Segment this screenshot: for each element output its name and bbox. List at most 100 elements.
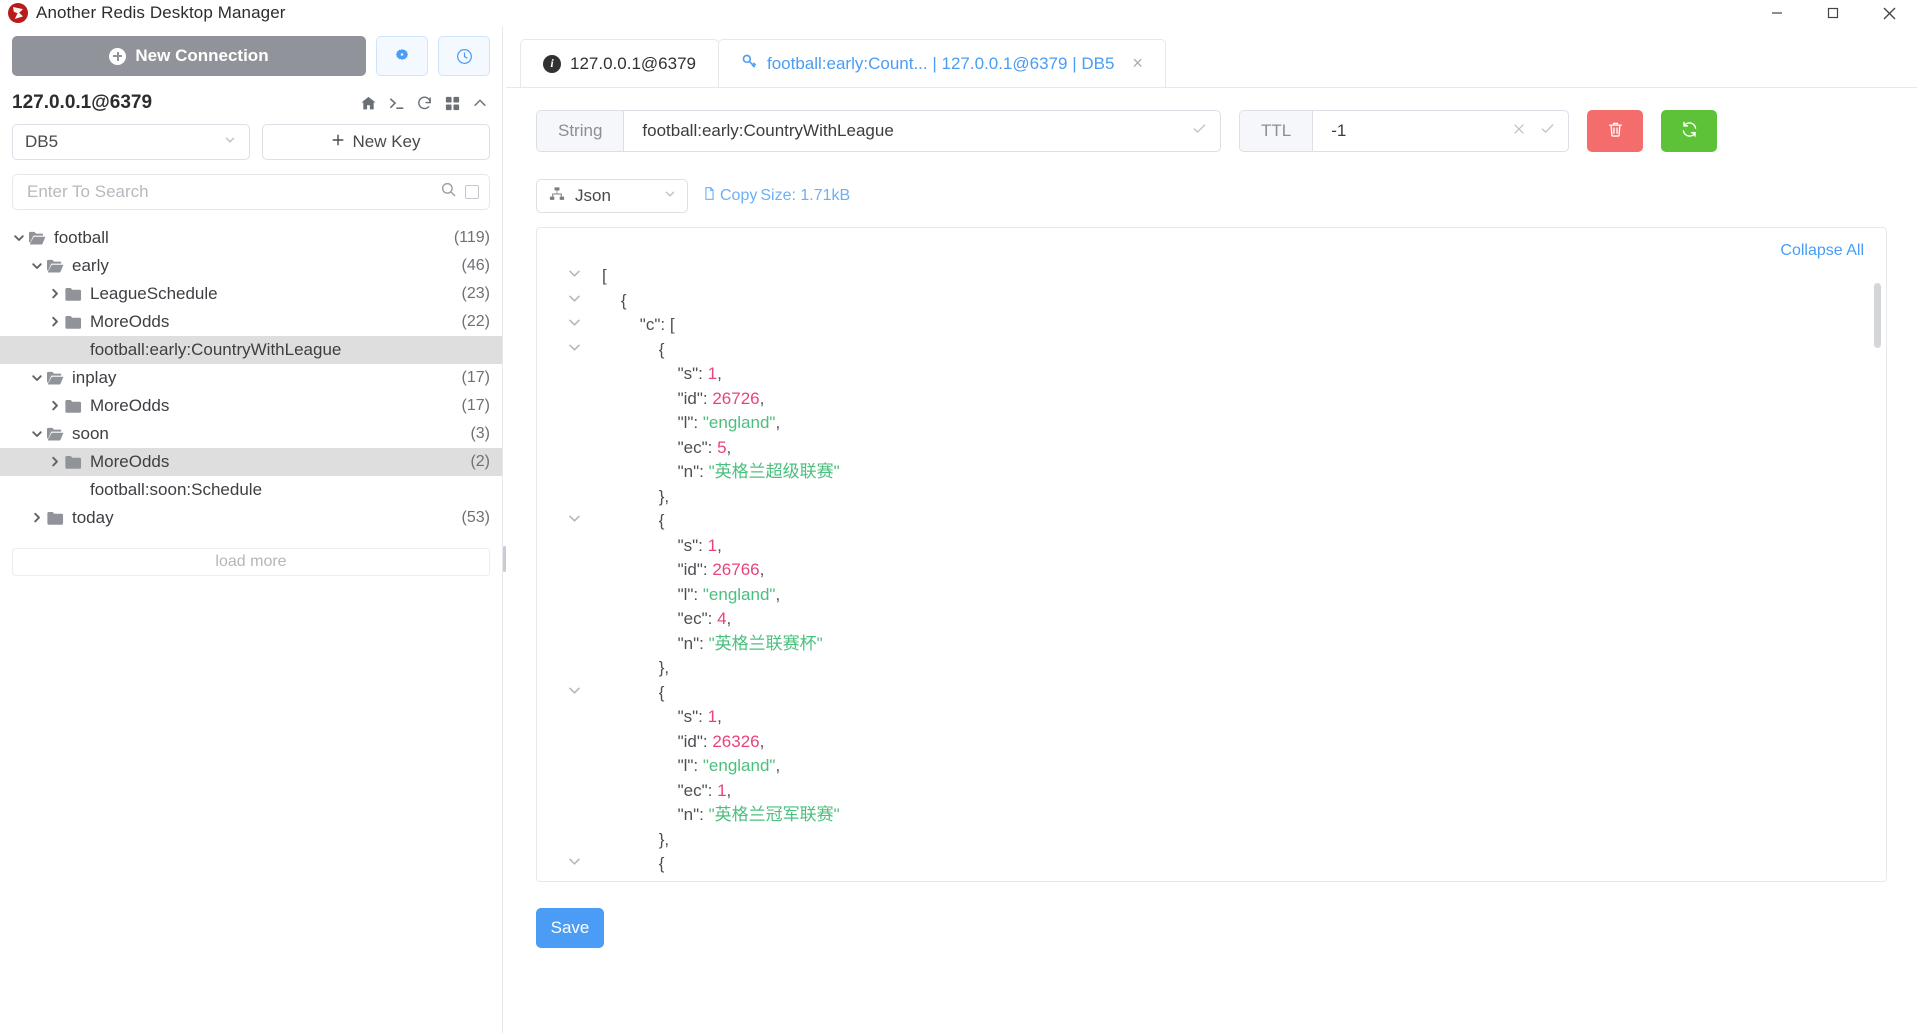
chevron-down-icon[interactable] — [567, 264, 602, 281]
tree-item-label: football:soon:Schedule — [90, 480, 263, 499]
copy-label: Copy — [720, 187, 758, 204]
tab[interactable]: football:early:Count... | 127.0.0.1@6379… — [717, 39, 1166, 87]
plus-circle-icon — [109, 47, 127, 65]
chevron-down-icon[interactable] — [567, 852, 602, 869]
json-line: }, — [567, 656, 1856, 681]
chevron-right-icon[interactable] — [28, 511, 46, 525]
json-line: { — [567, 289, 1856, 314]
home-icon[interactable] — [360, 95, 377, 112]
folder-open-icon — [46, 370, 68, 387]
tree-item[interactable]: inplay (17) — [0, 364, 502, 392]
collapse-up-icon[interactable] — [472, 95, 488, 111]
json-token: , — [759, 560, 765, 579]
key-name-field[interactable] — [624, 111, 1220, 151]
plus-icon — [331, 132, 345, 152]
json-token: , — [775, 584, 781, 604]
json-token: [ — [602, 266, 607, 285]
key-name-input[interactable] — [640, 120, 1183, 142]
minimize-icon[interactable] — [1749, 0, 1805, 26]
search-input[interactable] — [25, 181, 440, 203]
chevron-right-icon[interactable] — [46, 399, 64, 413]
maximize-icon[interactable] — [1805, 0, 1861, 26]
grid-view-icon[interactable] — [444, 95, 461, 112]
json-line-text: "n": "英格兰联赛杯" — [602, 632, 823, 657]
size-label: Size: 1.71kB — [760, 187, 851, 204]
chevron-down-icon[interactable] — [567, 313, 602, 330]
json-token: "s": — [677, 535, 708, 555]
search-actions — [440, 181, 479, 203]
copy-size-link[interactable]: Copy Size: 1.71kB — [702, 186, 850, 206]
chevron-down-icon[interactable] — [567, 509, 602, 526]
json-token: "n": — [677, 633, 709, 653]
clear-x-icon[interactable] — [1511, 121, 1527, 142]
chevron-right-icon[interactable] — [46, 287, 64, 301]
view-format-select[interactable]: Json — [536, 179, 688, 213]
connection-header: 127.0.0.1@6379 — [0, 76, 502, 124]
chevron-down-icon[interactable] — [10, 231, 28, 245]
ttl-field[interactable] — [1313, 111, 1568, 151]
json-token: 1 — [717, 780, 727, 800]
tree-item[interactable]: football:early:CountryWithLeague — [0, 336, 502, 364]
save-button[interactable]: Save — [536, 908, 604, 948]
tree-item[interactable]: early (46) — [0, 252, 502, 280]
json-line: }, — [567, 828, 1856, 853]
json-token: 1 — [707, 535, 718, 555]
refresh-icon[interactable] — [416, 95, 433, 112]
tree-item-count: (22) — [461, 313, 490, 330]
tree-item[interactable]: MoreOdds (22) — [0, 308, 502, 336]
clock-history-icon[interactable] — [438, 36, 490, 76]
chevron-down-icon[interactable] — [28, 371, 46, 385]
chevron-down-icon[interactable] — [28, 427, 46, 441]
chevron-right-icon[interactable] — [46, 455, 64, 469]
search-box[interactable] — [12, 174, 490, 210]
tree-item[interactable]: LeagueSchedule (23) — [0, 280, 502, 308]
chevron-right-icon[interactable] — [46, 315, 64, 329]
chevron-down-icon[interactable] — [567, 289, 602, 306]
json-content[interactable]: [ { "c": [ { "s": 1, "id": 26726, "l": "… — [537, 228, 1886, 881]
check-icon[interactable] — [1539, 120, 1556, 142]
tree-item[interactable]: football:soon:Schedule — [0, 476, 502, 504]
ttl-input[interactable] — [1329, 120, 1503, 142]
json-scrollbar[interactable] — [1874, 283, 1881, 853]
json-line: "id": 26326, — [567, 730, 1856, 755]
key-tree: football (119) early (46) LeagueSchedule (23)… — [0, 224, 502, 532]
chevron-down-icon[interactable] — [567, 338, 602, 355]
tab[interactable]: i 127.0.0.1@6379 — [520, 39, 719, 87]
tree-item[interactable]: football (119) — [0, 224, 502, 252]
check-icon[interactable] — [1191, 120, 1208, 142]
tab-close-icon[interactable]: × — [1132, 53, 1143, 74]
json-line-text: "id": 26726, — [602, 387, 765, 412]
json-token: { — [658, 682, 665, 702]
tree-structure-icon — [549, 186, 565, 207]
json-line-text: { — [602, 852, 665, 877]
chevron-down-icon[interactable] — [28, 259, 46, 273]
tree-item-label: MoreOdds — [90, 452, 170, 471]
new-key-button[interactable]: New Key — [262, 124, 490, 160]
chevron-down-icon[interactable] — [567, 681, 602, 698]
title-bar: Another Redis Desktop Manager — [0, 0, 1917, 26]
tree-item[interactable]: MoreOdds (17) — [0, 392, 502, 420]
panel-splitter[interactable] — [503, 26, 506, 1033]
json-line: { — [567, 509, 1856, 534]
json-token: , — [759, 388, 765, 408]
exact-match-checkbox[interactable] — [465, 185, 479, 199]
load-more-button[interactable]: load more — [12, 548, 490, 576]
close-icon[interactable] — [1861, 0, 1917, 26]
json-line-text: "ec": 4, — [602, 607, 732, 632]
tree-item[interactable]: soon (3) — [0, 420, 502, 448]
console-icon[interactable] — [388, 95, 405, 112]
json-line: "ec": 1, — [567, 779, 1856, 804]
search-icon[interactable] — [440, 181, 457, 203]
json-line: [ — [567, 264, 1856, 289]
json-line-text: "id": 26766, — [602, 558, 765, 583]
tab-label: football:early:Count... | 127.0.0.1@6379… — [766, 53, 1115, 73]
tree-item[interactable]: today (53) — [0, 504, 502, 532]
delete-key-button[interactable] — [1587, 110, 1643, 152]
db-select[interactable]: DB5 — [12, 124, 250, 160]
settings-gear-icon[interactable] — [376, 36, 428, 76]
key-content: String TTL — [506, 88, 1917, 1033]
tree-item[interactable]: MoreOdds (2) — [0, 448, 502, 476]
refresh-key-button[interactable] — [1661, 110, 1717, 152]
json-scrollbar-thumb[interactable] — [1874, 283, 1881, 348]
new-connection-button[interactable]: New Connection — [12, 36, 366, 76]
